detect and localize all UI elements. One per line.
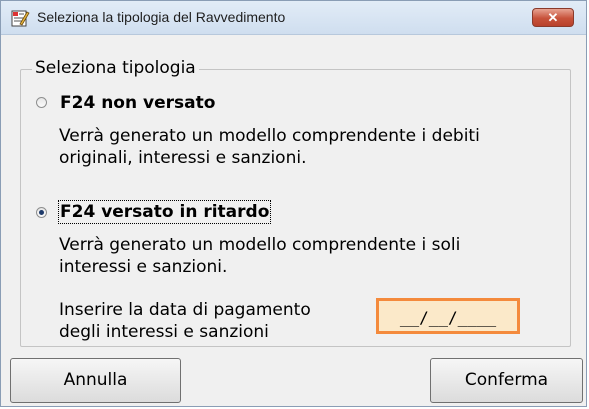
edit-document-icon	[11, 10, 30, 27]
cancel-button[interactable]: Annulla	[10, 358, 181, 403]
close-icon: ✕	[547, 10, 559, 25]
description-line: Verrà generato un modello comprendente i…	[59, 126, 480, 146]
window-title: Seleziona la tipologia del Ravvedimento	[37, 9, 286, 25]
option-label-f24-non-versato[interactable]: F24 non versato	[60, 93, 215, 113]
description-line: originali, interessi e sanzioni.	[59, 148, 307, 168]
payment-date-label-line: Inserire la data di pagamento	[59, 300, 311, 320]
groupbox-legend: Seleziona tipologia	[32, 58, 199, 78]
option-label-f24-versato-in-ritardo[interactable]: F24 versato in ritardo	[57, 200, 272, 224]
dialog-window: Seleziona la tipologia del Ravvedimento …	[0, 0, 587, 407]
title-bar[interactable]: Seleziona la tipologia del Ravvedimento …	[1, 1, 586, 35]
description-line: Verrà generato un modello comprendente i…	[59, 235, 461, 255]
radio-f24-versato-in-ritardo[interactable]	[36, 207, 47, 218]
option-description-f24-versato-in-ritardo: Verrà generato un modello comprendente i…	[59, 234, 460, 278]
payment-date-value: __/__/____	[399, 308, 497, 327]
description-line: interessi e sanzioni.	[59, 257, 228, 277]
payment-date-label-line: degli interessi e sanzioni	[59, 322, 269, 342]
option-description-f24-non-versato: Verrà generato un modello comprendente i…	[59, 125, 480, 169]
confirm-button[interactable]: Conferma	[430, 358, 583, 403]
close-button[interactable]: ✕	[532, 8, 574, 27]
payment-date-input[interactable]: __/__/____	[376, 298, 520, 334]
payment-date-label: Inserire la data di pagamento degli inte…	[59, 299, 311, 343]
radio-f24-non-versato[interactable]	[36, 97, 47, 108]
